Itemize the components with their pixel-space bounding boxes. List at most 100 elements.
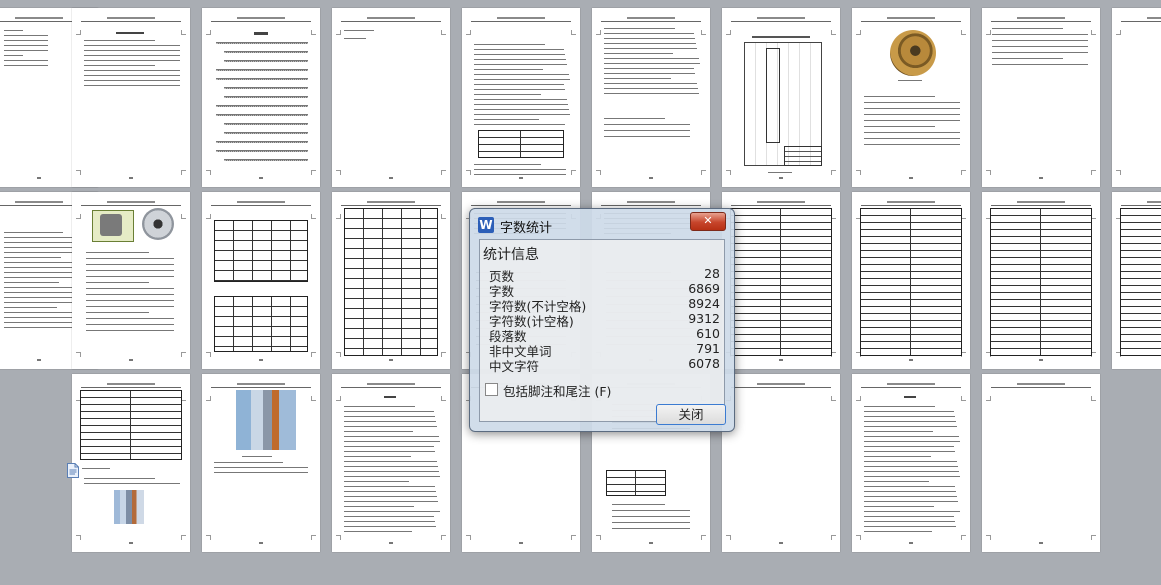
margin-corner [1116, 30, 1121, 35]
text-line [864, 108, 960, 109]
page-thumbnail[interactable] [852, 374, 970, 552]
page-thumbnail[interactable] [722, 374, 840, 552]
page-header-rule [861, 387, 961, 388]
text-line [84, 50, 180, 51]
margin-corner [831, 396, 836, 401]
page-header-text [497, 17, 545, 19]
page-header-text [367, 201, 415, 203]
text-line [612, 528, 690, 529]
text-line [864, 471, 959, 472]
text-line [344, 471, 439, 472]
page-number [128, 359, 133, 361]
margin-corner [441, 352, 446, 357]
page-thumbnail[interactable] [982, 374, 1100, 552]
text-line [864, 426, 957, 427]
margin-corner [76, 214, 81, 219]
stat-row: 段落数 610 [489, 326, 723, 344]
page-thumbnail[interactable] [202, 8, 320, 187]
text-line [344, 461, 437, 462]
text-line [992, 64, 1088, 65]
margin-corner [831, 30, 836, 35]
margin-corner [206, 214, 211, 219]
toc-line [224, 51, 308, 53]
table-shape [860, 208, 962, 356]
page-thumbnail[interactable] [202, 374, 320, 552]
page-thumbnail[interactable] [852, 8, 970, 187]
page-thumbnail[interactable] [982, 8, 1100, 187]
page-thumbnail[interactable] [332, 8, 450, 187]
page-thumbnail[interactable] [722, 192, 840, 369]
text-line [214, 462, 283, 463]
page-number [388, 177, 393, 179]
toc-line [216, 42, 308, 44]
margin-corner [181, 170, 186, 175]
text-line [864, 416, 955, 417]
stat-row: 字符数(不计空格) 8924 [489, 296, 723, 314]
page-thumbnail[interactable] [72, 192, 190, 369]
text-line [474, 164, 541, 165]
margin-corner [726, 535, 731, 540]
close-icon[interactable]: ✕ [690, 212, 726, 231]
table-shape [344, 208, 438, 356]
page-thumbnail[interactable] [72, 8, 190, 187]
margin-corner [76, 352, 81, 357]
page-number [128, 177, 133, 179]
text-line [604, 93, 699, 94]
stat-value: 9312 [688, 311, 720, 326]
page-header-text [15, 17, 63, 19]
table-shape [478, 130, 564, 158]
text-line [604, 48, 697, 49]
page-thumbnail[interactable] [852, 192, 970, 369]
page-header-text [107, 17, 155, 19]
close-button[interactable]: 关闭 [656, 404, 726, 425]
page-thumbnail[interactable] [72, 374, 190, 552]
stat-value: 6078 [688, 356, 720, 371]
page-header-text [15, 201, 63, 203]
include-footnotes-checkbox[interactable] [485, 383, 498, 396]
dialog-titlebar[interactable]: W 字数统计 ✕ [470, 209, 734, 239]
toc-line [224, 159, 308, 161]
text-line [86, 282, 149, 283]
stat-row: 中文字符 6078 [489, 356, 723, 374]
text-line [4, 45, 48, 46]
page-header-text [237, 201, 285, 203]
text-line [604, 28, 675, 29]
page-header-rule [861, 21, 961, 22]
page-thumbnail[interactable] [722, 8, 840, 187]
text-line [84, 70, 180, 71]
page-thumbnail[interactable] [202, 192, 320, 369]
page-thumbnail[interactable] [982, 192, 1100, 369]
margin-corner [441, 30, 446, 35]
margin-corner [181, 214, 186, 219]
page-header-text [497, 201, 545, 203]
text-line [474, 109, 569, 110]
text-line [864, 102, 960, 103]
margin-corner [206, 170, 211, 175]
margin-corner [336, 170, 341, 175]
text-line [864, 526, 956, 527]
dialog-title: 字数统计 [500, 221, 553, 236]
text-line [604, 73, 695, 74]
margin-corner [76, 170, 81, 175]
text-line [992, 52, 1088, 53]
text-line [864, 466, 958, 467]
page-thumbnail[interactable] [1112, 192, 1161, 369]
page-number [648, 542, 653, 544]
page-thumbnail[interactable] [332, 192, 450, 369]
stat-row: 非中文单词 791 [489, 341, 723, 359]
text-line [242, 456, 272, 457]
page-header-text [367, 17, 415, 19]
text-line [116, 32, 144, 34]
page-number [258, 359, 263, 361]
page-number [1038, 359, 1043, 361]
table-shape [1120, 208, 1161, 356]
page-thumbnail[interactable] [462, 8, 580, 187]
text-line [604, 118, 665, 119]
margin-corner [466, 535, 471, 540]
page-thumbnail[interactable] [1112, 8, 1161, 187]
margin-corner [441, 214, 446, 219]
page-number [908, 359, 913, 361]
page-thumbnail[interactable] [592, 8, 710, 187]
text-line [604, 38, 695, 39]
page-thumbnail[interactable] [332, 374, 450, 552]
